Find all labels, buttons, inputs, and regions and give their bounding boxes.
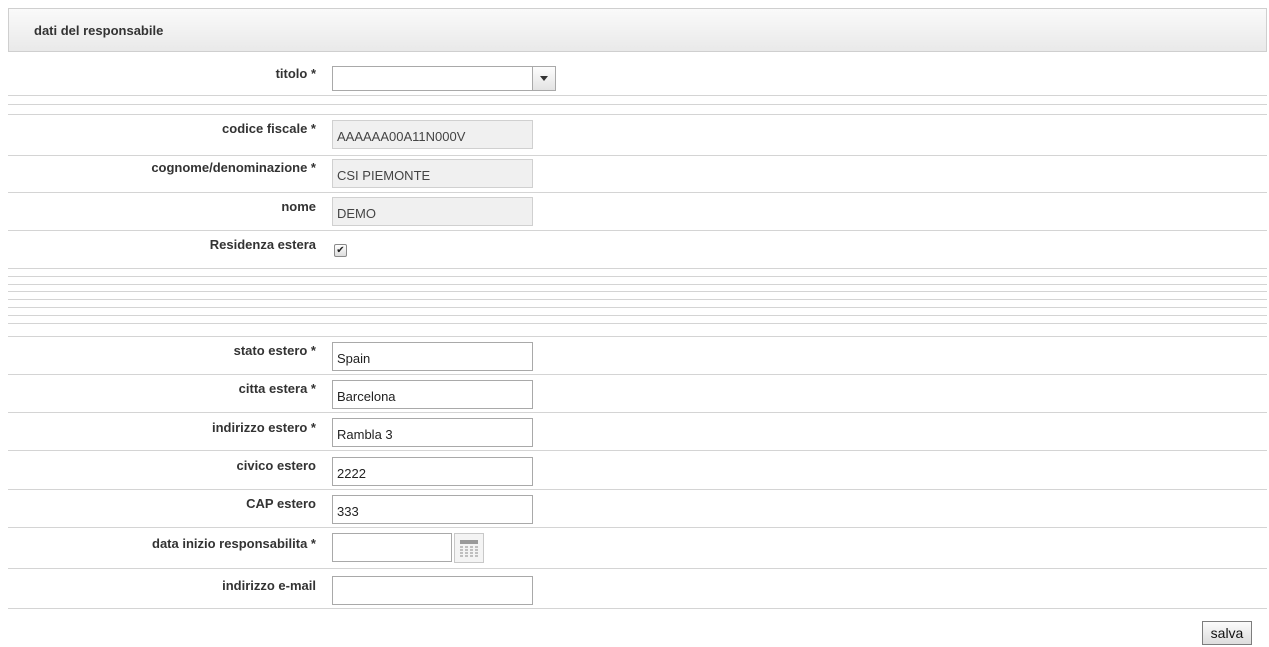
row-divider — [8, 95, 1267, 96]
section-header: dati del responsabile — [8, 8, 1267, 52]
chevron-down-icon[interactable] — [532, 67, 555, 90]
row-divider — [8, 374, 1267, 375]
calendar-icon-header — [460, 540, 478, 544]
cognome-label: cognome/denominazione * — [151, 160, 316, 175]
row-divider — [8, 336, 1267, 337]
codice-fiscale-label: codice fiscale * — [222, 121, 316, 136]
row-divider — [8, 155, 1267, 156]
citta-estera-label: citta estera * — [238, 381, 316, 396]
data-inizio-label: data inizio responsabilita * — [152, 536, 316, 551]
row-divider — [8, 489, 1267, 490]
row-divider — [8, 268, 1267, 269]
citta-estera-input[interactable]: Barcelona — [332, 380, 533, 409]
row-divider — [8, 307, 1267, 308]
row-divider — [8, 291, 1267, 292]
indirizzo-estero-input[interactable]: Rambla 3 — [332, 418, 533, 447]
row-divider — [8, 568, 1267, 569]
row-divider — [8, 412, 1267, 413]
civico-estero-label: civico estero — [236, 458, 317, 473]
row-divider — [8, 315, 1267, 316]
row-divider — [8, 323, 1267, 324]
stato-estero-input[interactable]: Spain — [332, 342, 533, 371]
indirizzo-estero-label: indirizzo estero * — [211, 420, 316, 435]
nome-field: DEMO — [332, 197, 533, 226]
email-input[interactable] — [332, 576, 533, 605]
section-title: dati del responsabile — [34, 23, 164, 38]
check-icon: ✔ — [336, 245, 345, 256]
data-inizio-input[interactable] — [332, 533, 452, 562]
row-divider — [8, 527, 1267, 528]
cap-estero-label: CAP estero — [246, 496, 316, 511]
row-divider — [8, 450, 1267, 451]
calendar-icon[interactable] — [454, 533, 484, 563]
row-divider — [8, 608, 1267, 609]
codice-fiscale-field: AAAAAA00A11N000V — [332, 120, 533, 149]
row-divider — [8, 104, 1267, 105]
row-divider — [8, 192, 1267, 193]
row-divider — [8, 230, 1267, 231]
email-label: indirizzo e-mail — [222, 578, 316, 593]
titolo-select[interactable] — [332, 66, 556, 91]
residenza-estera-label: Residenza estera — [209, 237, 316, 252]
row-divider — [8, 284, 1267, 285]
cognome-field: CSI PIEMONTE — [332, 159, 533, 188]
stato-estero-label: stato estero * — [233, 343, 316, 358]
calendar-icon-grid — [460, 545, 478, 557]
civico-estero-input[interactable]: 2222 — [332, 457, 533, 486]
titolo-label: titolo * — [275, 66, 316, 81]
save-button[interactable]: salva — [1202, 621, 1252, 645]
row-divider — [8, 276, 1267, 277]
row-divider — [8, 299, 1267, 300]
nome-label: nome — [281, 199, 316, 214]
row-divider — [8, 114, 1267, 115]
cap-estero-input[interactable]: 333 — [332, 495, 533, 524]
residenza-estera-checkbox[interactable]: ✔ — [334, 244, 347, 257]
